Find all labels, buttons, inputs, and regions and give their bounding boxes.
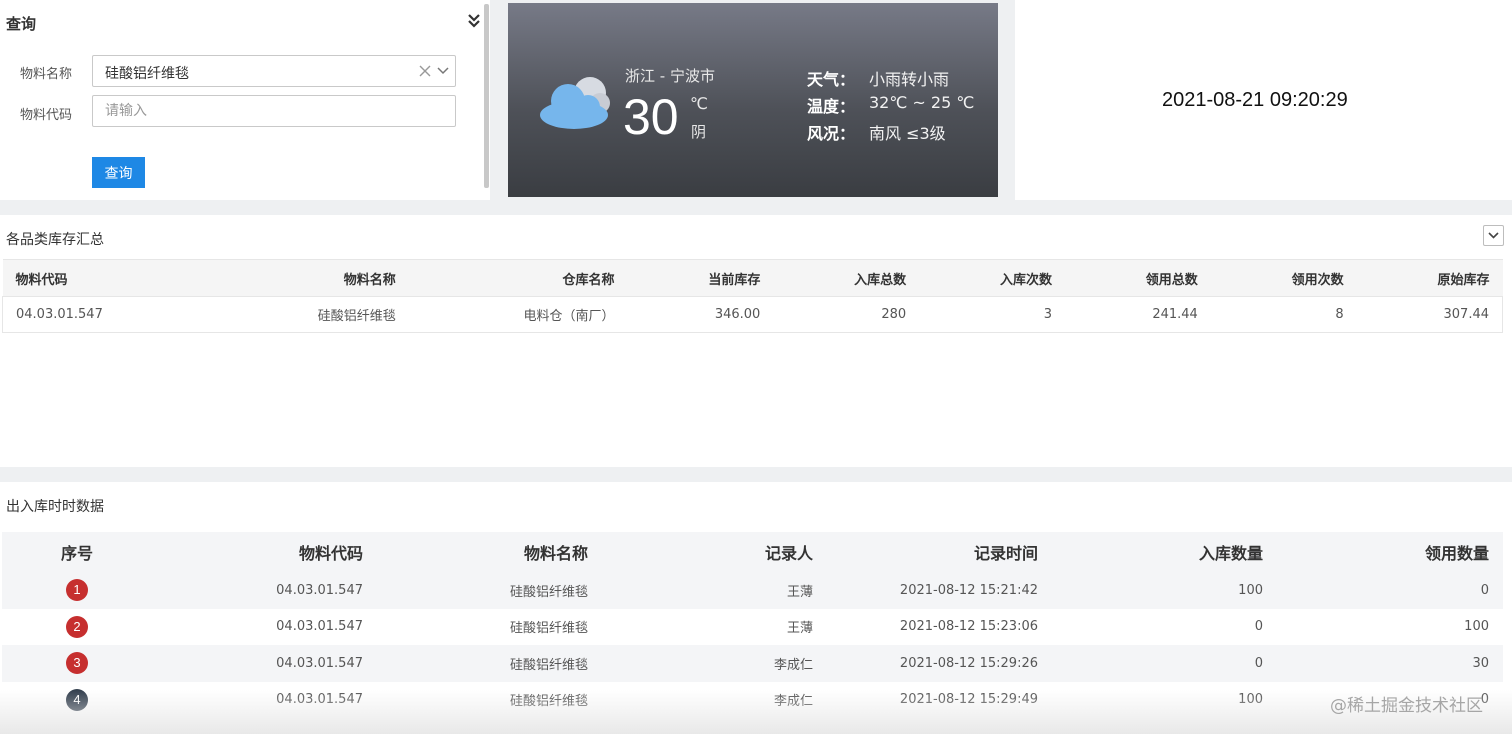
column-header: 入库数量 xyxy=(1052,532,1277,572)
table-cell: 2021-08-12 15:29:49 xyxy=(899,692,1038,708)
table-cell: 30 xyxy=(1277,645,1503,682)
table-cell: 硅酸铝纤维毯 xyxy=(377,645,602,682)
weather-temperature: 30 xyxy=(623,89,679,145)
index-badge: 1 xyxy=(66,579,88,602)
table-cell: 280 xyxy=(773,296,920,333)
table-cell: 电料仓（南厂） xyxy=(408,296,628,333)
table-cell: 2021-08-12 15:21:42 xyxy=(827,572,1052,609)
table-cell: 硅酸铝纤维毯 xyxy=(214,296,409,333)
summary-collapse-button[interactable] xyxy=(1483,225,1504,246)
table-cell: 0 xyxy=(1277,572,1503,609)
table-cell: 王薄 xyxy=(786,621,813,637)
table-cell: 硅酸铝纤维毯 xyxy=(509,621,588,637)
inventory-summary-panel: 各品类库存汇总 物料代码 物料名称 仓库名称 当前库存 入库总数 入库次数 领用… xyxy=(0,215,1512,467)
table-cell: 241.44 xyxy=(1064,296,1211,333)
material-code-label: 物料代码 xyxy=(20,108,73,123)
column-header: 序号 xyxy=(2,532,152,572)
table-header-row: 物料代码 物料名称 仓库名称 当前库存 入库总数 入库次数 领用总数 领用次数 … xyxy=(2,259,1503,297)
column-header: 物料名称 xyxy=(377,532,602,572)
column-header: 领用总数 xyxy=(1064,259,1211,297)
realtime-records-title: 出入库时时数据 xyxy=(6,499,104,515)
column-header: 领用次数 xyxy=(1210,259,1357,297)
clear-icon[interactable] xyxy=(418,64,432,78)
table-row[interactable]: 4 04.03.01.547 硅酸铝纤维毯 李成仁 2021-08-12 15:… xyxy=(2,682,1503,719)
material-code-input[interactable] xyxy=(92,95,456,127)
table-cell: 100 xyxy=(1052,572,1277,609)
wind-label: 风况： xyxy=(807,124,856,143)
index-badge: 3 xyxy=(66,652,88,675)
table-cell: 2021-08-12 15:29:26 xyxy=(827,645,1052,682)
column-header: 仓库名称 xyxy=(408,259,628,297)
table-row[interactable]: 04.03.01.547 硅酸铝纤维毯 电料仓（南厂） 346.00 280 3… xyxy=(2,296,1503,333)
cloudy-weather-icon xyxy=(540,77,610,129)
current-datetime: 2021-08-21 09:20:29 xyxy=(1162,89,1348,111)
column-header: 当前库存 xyxy=(627,259,774,297)
table-cell: 3 xyxy=(919,296,1065,333)
realtime-records-table: 序号 物料代码 物料名称 记录人 记录时间 入库数量 领用数量 1 04.03.… xyxy=(2,532,1503,718)
table-row[interactable]: 2 04.03.01.547 硅酸铝纤维毯 王薄 2021-08-12 15:2… xyxy=(2,609,1503,646)
table-cell: 04.03.01.547 xyxy=(276,619,363,635)
query-title: 查询 xyxy=(6,15,37,33)
watermark: @稀土掘金技术社区 xyxy=(1330,696,1483,716)
column-header: 入库次数 xyxy=(919,259,1065,297)
weather-location: 浙江 - 宁波市 xyxy=(625,67,715,85)
column-header: 入库总数 xyxy=(773,259,920,297)
temperature-unit: ℃ xyxy=(690,94,708,113)
table-cell: 李成仁 xyxy=(602,645,827,682)
panel-scrollbar[interactable] xyxy=(484,4,489,188)
index-cell: 2 xyxy=(2,609,152,646)
index-cell: 4 xyxy=(2,682,152,719)
index-cell: 3 xyxy=(2,645,152,682)
table-cell: 346.00 xyxy=(627,296,774,333)
material-name-label: 物料名称 xyxy=(20,67,73,82)
table-cell: 04.03.01.547 xyxy=(152,645,377,682)
index-cell: 1 xyxy=(2,572,152,609)
temperature-range-value: 32℃ ~ 25 ℃ xyxy=(869,93,975,112)
table-cell: 04.03.01.547 xyxy=(2,296,215,333)
material-name-select[interactable]: 硅酸铝纤维毯 xyxy=(92,55,456,87)
table-cell: 王薄 xyxy=(602,572,827,609)
table-row[interactable]: 3 04.03.01.547 硅酸铝纤维毯 李成仁 2021-08-12 15:… xyxy=(2,645,1503,682)
weather-panel: 浙江 - 宁波市 30 ℃ 阴 天气： 小雨转小雨 温度： 32℃ ~ 25 ℃… xyxy=(508,3,998,197)
column-header: 原始库存 xyxy=(1356,259,1503,297)
table-header-row: 序号 物料代码 物料名称 记录人 记录时间 入库数量 领用数量 xyxy=(2,532,1503,572)
column-header: 记录时间 xyxy=(827,532,1052,572)
table-cell: 307.44 xyxy=(1356,296,1503,333)
column-header: 记录人 xyxy=(602,532,827,572)
index-badge: 4 xyxy=(66,688,88,711)
table-cell: 04.03.01.547 xyxy=(152,572,377,609)
table-cell: 硅酸铝纤维毯 xyxy=(377,572,602,609)
double-chevron-down-icon[interactable] xyxy=(466,12,482,30)
column-header: 物料代码 xyxy=(2,259,215,297)
query-panel: 查询 物料名称 硅酸铝纤维毯 物料代码 查询 xyxy=(0,0,490,200)
temperature-label: 温度： xyxy=(807,97,856,116)
table-row[interactable]: 1 04.03.01.547 硅酸铝纤维毯 王薄 2021-08-12 15:2… xyxy=(2,572,1503,609)
query-button[interactable]: 查询 xyxy=(92,157,145,188)
table-cell: 100 xyxy=(1464,619,1489,635)
table-cell: 0 xyxy=(1254,619,1263,635)
weather-condition: 阴 xyxy=(691,123,707,141)
column-header: 物料代码 xyxy=(152,532,377,572)
column-header: 物料名称 xyxy=(214,259,409,297)
weather-value: 小雨转小雨 xyxy=(869,70,950,89)
wind-value: 南风 ≤3级 xyxy=(869,124,946,143)
table-cell: 硅酸铝纤维毯 xyxy=(509,694,588,710)
material-name-value: 硅酸铝纤维毯 xyxy=(105,66,189,82)
realtime-records-panel: 出入库时时数据 序号 物料代码 物料名称 记录人 记录时间 入库数量 领用数量 … xyxy=(0,482,1512,734)
index-badge: 2 xyxy=(66,615,88,638)
inventory-summary-table: 物料代码 物料名称 仓库名称 当前库存 入库总数 入库次数 领用总数 领用次数 … xyxy=(2,259,1503,333)
weather-label: 天气： xyxy=(807,70,856,89)
table-cell: 8 xyxy=(1210,296,1357,333)
table-cell: 100 xyxy=(1238,692,1263,708)
chevron-down-icon[interactable] xyxy=(436,65,450,77)
table-cell: 李成仁 xyxy=(773,694,813,710)
inventory-summary-title: 各品类库存汇总 xyxy=(6,232,104,248)
clock-panel: 2021-08-21 09:20:29 xyxy=(1015,0,1512,200)
column-header: 领用数量 xyxy=(1277,532,1503,572)
chevron-down-icon xyxy=(1488,232,1499,239)
table-cell: 04.03.01.547 xyxy=(276,692,363,708)
table-cell: 0 xyxy=(1052,645,1277,682)
table-cell: 2021-08-12 15:23:06 xyxy=(899,619,1038,635)
